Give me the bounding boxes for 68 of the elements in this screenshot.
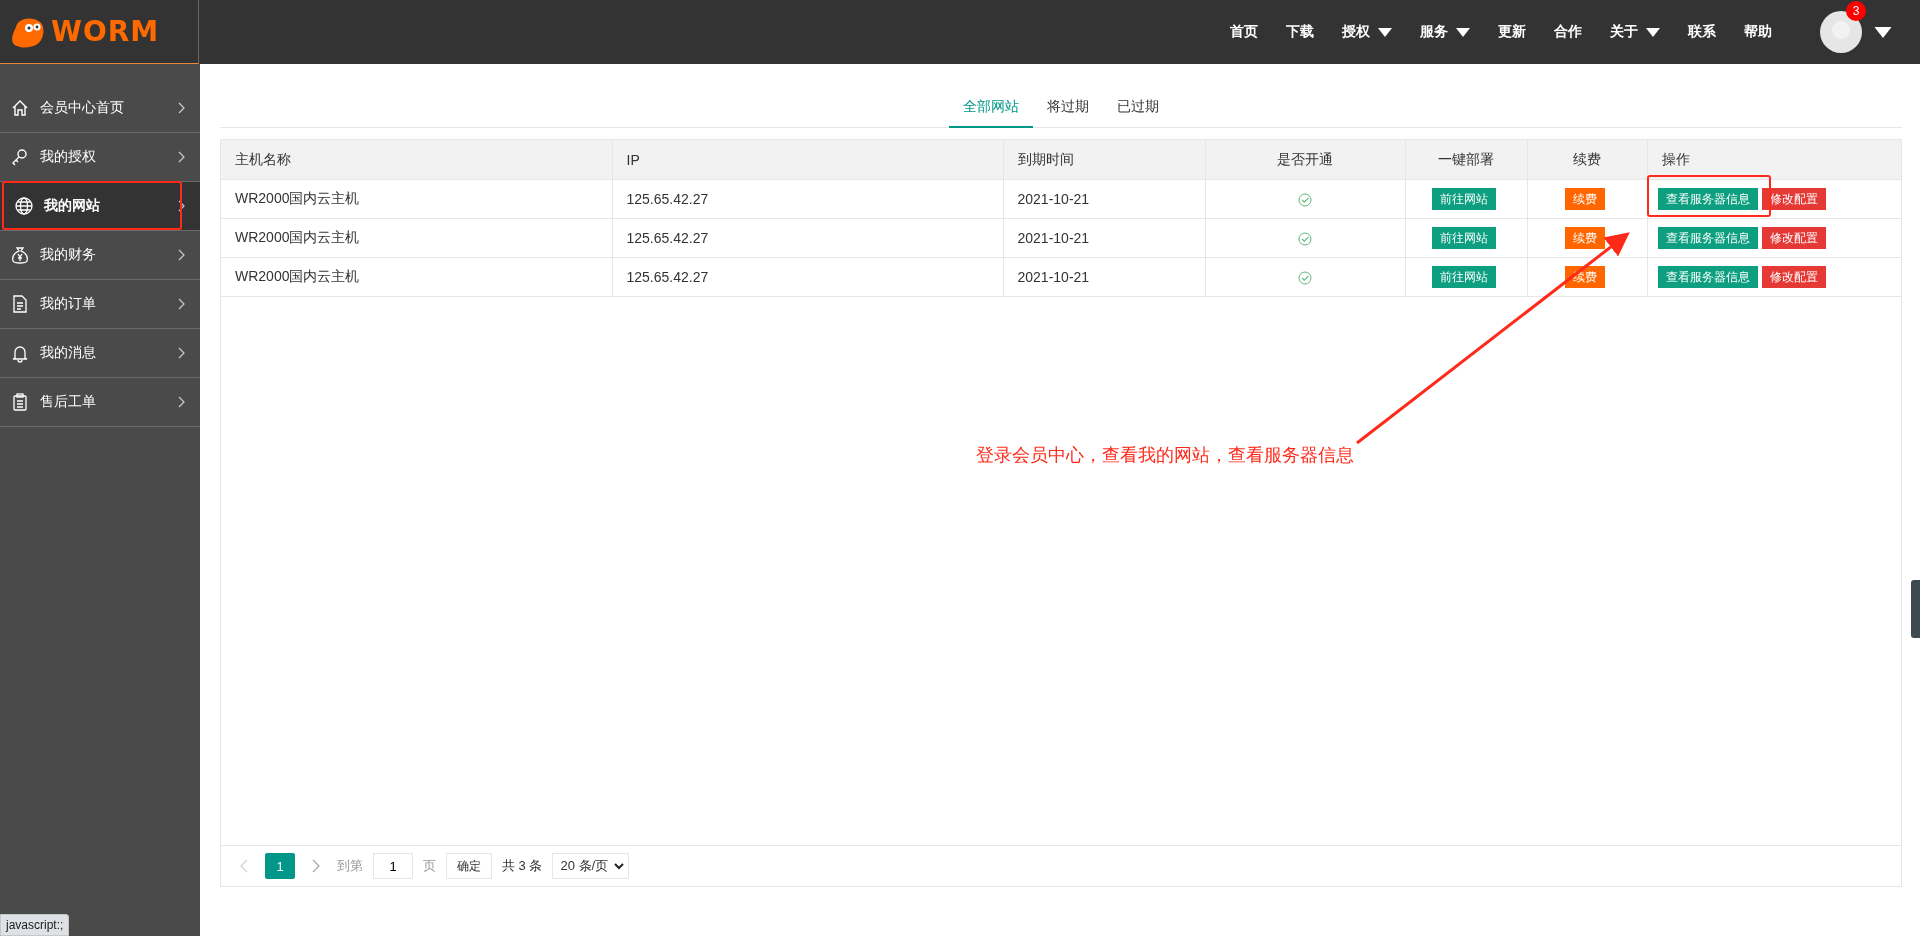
column-header: 续费 [1527,140,1647,180]
total-count: 共 3 条 [502,857,543,875]
table-cell: 125.65.42.27 [612,218,1003,258]
column-header: 主机名称 [221,140,612,180]
modify-config-button[interactable]: 修改配置 [1761,227,1826,249]
column-header: 一键部署 [1405,140,1527,180]
next-page-icon[interactable] [311,859,321,873]
page-unit-label: 页 [423,857,436,875]
caret-icon [1456,27,1470,37]
table-cell: WR2000国内云主机 [221,257,612,297]
table-cell: 125.65.42.27 [612,257,1003,297]
clipboard-icon [10,392,30,412]
nav-link[interactable]: 合作 [1554,23,1582,41]
annotation-text: 登录会员中心，查看我的网站，查看服务器信息 [976,444,1354,467]
chevron-icon [178,298,186,310]
nav-link[interactable]: 联系 [1688,23,1716,41]
money-bag-icon [10,245,30,265]
document-icon [10,294,30,314]
caret-icon[interactable] [1874,26,1892,38]
home-icon [10,98,30,118]
notification-badge: 3 [1846,1,1866,21]
tab[interactable]: 已过期 [1103,90,1173,128]
column-header: 操作 [1647,140,1901,180]
chevron-icon [178,102,186,114]
nav-link[interactable]: 帮助 [1744,23,1772,41]
logo-text[interactable]: WORM [51,15,160,48]
page-size-select[interactable]: 20 条/页 [552,853,630,879]
modify-config-button[interactable]: 修改配置 [1761,266,1826,288]
column-header: IP [612,140,1003,180]
table-cell: 2021-10-21 [1003,257,1205,297]
sidebar-item[interactable]: 我的财务 [0,231,200,280]
nav-link[interactable]: 更新 [1498,23,1526,41]
nav-link[interactable]: 授权 [1342,23,1392,41]
chevron-icon [178,396,186,408]
sidebar-item[interactable]: 我的网站 [0,182,200,231]
modify-config-button[interactable]: 修改配置 [1761,188,1826,210]
key-icon [10,147,30,167]
sidebar-item[interactable]: 我的消息 [0,329,200,378]
chevron-down-icon [614,862,625,870]
chevron-icon [178,347,186,359]
bell-icon [10,343,30,363]
chevron-icon [178,249,186,261]
nav-link[interactable]: 下载 [1286,23,1314,41]
caret-icon [1378,27,1392,37]
table-cell: 2021-10-21 [1003,218,1205,258]
chevron-icon [178,151,186,163]
nav-link[interactable]: 关于 [1610,23,1660,41]
page-input[interactable]: 1 [373,853,413,879]
table-cell: WR2000国内云主机 [221,218,612,258]
sidebar-item[interactable]: 会员中心首页 [0,84,200,133]
globe-icon [14,196,34,216]
column-header: 到期时间 [1003,140,1205,180]
tab[interactable]: 将过期 [1033,90,1103,128]
sidebar-item[interactable]: 售后工单 [0,378,200,427]
chevron-icon [178,200,186,212]
nav-link[interactable]: 服务 [1420,23,1470,41]
tab[interactable]: 全部网站 [949,90,1033,128]
status-url: javascript:; [0,914,70,936]
sidebar-item[interactable]: 我的订单 [0,280,200,329]
page-number[interactable]: 1 [265,853,295,879]
confirm-button[interactable]: 确定 [446,853,492,879]
column-header: 是否开通 [1205,140,1405,180]
nav-link[interactable]: 首页 [1230,23,1258,41]
table-cell: WR2000国内云主机 [221,179,612,219]
caret-icon [1646,27,1660,37]
goto-label: 到第 [337,857,363,875]
table-cell: 2021-10-21 [1003,179,1205,219]
table-cell: 125.65.42.27 [612,179,1003,219]
